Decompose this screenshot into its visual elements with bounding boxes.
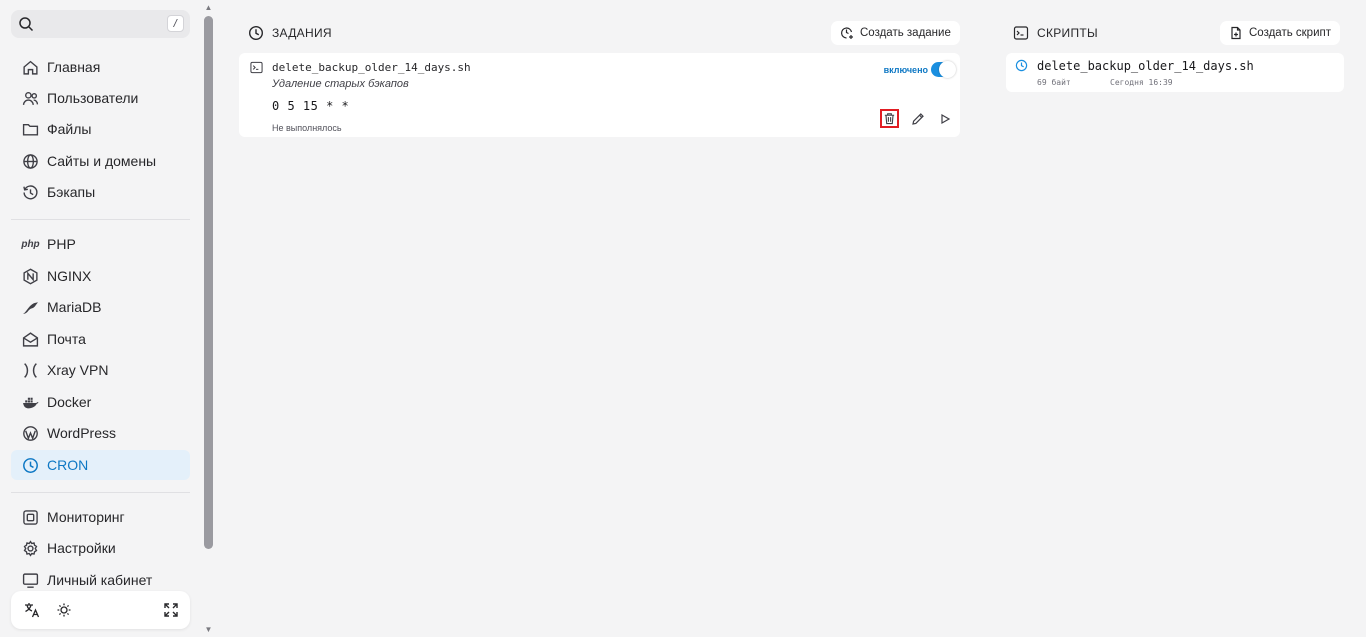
account-icon — [22, 572, 39, 589]
search-shortcut-key: / — [167, 15, 184, 32]
sidebar-scrollbar-thumb[interactable] — [204, 16, 213, 549]
mariadb-icon — [22, 299, 39, 316]
job-name: delete_backup_older_14_days.sh — [272, 61, 471, 74]
sidebar-bottom-toolbar — [11, 591, 190, 629]
theme-sun-icon[interactable] — [54, 600, 74, 620]
jobs-title-text: ЗАДАНИЯ — [272, 26, 332, 40]
nav-item-mariadb[interactable]: MariaDB — [11, 292, 190, 322]
pencil-icon — [911, 112, 924, 125]
scroll-up-arrow[interactable]: ▲ — [204, 4, 213, 12]
jobs-section-title: ЗАДАНИЯ — [248, 25, 332, 41]
nav-item-xray-vpn[interactable]: Xray VPN — [11, 355, 190, 385]
docker-icon — [22, 394, 39, 411]
terminal-icon — [1013, 25, 1029, 41]
job-schedule: 0 5 15 * * — [272, 99, 350, 113]
scroll-down-arrow[interactable]: ▼ — [204, 626, 213, 634]
settings-icon — [22, 539, 39, 557]
nginx-icon — [22, 267, 39, 285]
nav-label: Личный кабинет — [47, 572, 153, 588]
nav-label: CRON — [47, 457, 89, 473]
nav-item-files[interactable]: Файлы — [11, 114, 190, 144]
nav-label: Почта — [47, 331, 86, 347]
globe-icon — [22, 153, 39, 170]
scripts-section-title: СКРИПТЫ — [1013, 25, 1098, 41]
toggle-knob — [939, 61, 956, 78]
nav-item-docker[interactable]: Docker — [11, 387, 190, 417]
create-script-label: Создать скрипт — [1249, 27, 1331, 39]
job-description: Удаление старых бэкапов — [272, 78, 409, 90]
scripts-title-text: СКРИПТЫ — [1037, 26, 1098, 40]
php-icon: php — [21, 238, 40, 250]
users-icon — [22, 90, 39, 107]
search-box[interactable]: / — [11, 10, 190, 38]
nav-label: PHP — [47, 236, 76, 252]
nav-item-home[interactable]: Главная — [11, 52, 190, 82]
run-job-button[interactable] — [935, 109, 954, 128]
nav-label: MariaDB — [47, 299, 102, 315]
nav-item-sites[interactable]: Сайты и домены — [11, 146, 190, 176]
nav-label: Пользователи — [47, 90, 139, 106]
nav-label: Docker — [47, 394, 92, 410]
job-enable-toggle[interactable] — [931, 61, 956, 78]
nav-label: Xray VPN — [47, 362, 109, 378]
folder-icon — [22, 121, 39, 138]
nav-item-nginx[interactable]: NGINX — [11, 261, 190, 291]
wordpress-icon — [22, 425, 39, 442]
trash-icon — [884, 113, 895, 125]
nav-divider — [11, 492, 190, 493]
create-job-button[interactable]: Создать задание — [831, 21, 960, 45]
monitor-icon — [22, 509, 39, 526]
nav-item-monitoring[interactable]: Мониторинг — [11, 502, 190, 532]
xray-icon — [22, 362, 39, 379]
script-modified: Сегодня 16:39 — [1110, 78, 1173, 87]
clock-icon — [1015, 59, 1028, 72]
nav-item-users[interactable]: Пользователи — [11, 83, 190, 113]
terminal-icon — [250, 61, 263, 74]
script-name: delete_backup_older_14_days.sh — [1037, 59, 1254, 73]
nav-label: NGINX — [47, 268, 92, 284]
home-icon — [22, 59, 39, 76]
create-job-label: Создать задание — [860, 27, 951, 39]
history-icon — [22, 184, 39, 201]
job-toggle-label: включено — [883, 65, 928, 75]
script-card[interactable]: delete_backup_older_14_days.sh 69 байт С… — [1006, 53, 1344, 92]
nav-label: Файлы — [47, 121, 92, 137]
delete-job-button[interactable] — [880, 109, 899, 128]
nav-label: Настройки — [47, 540, 116, 556]
nav-item-backups[interactable]: Бэкапы — [11, 177, 190, 207]
nav-label: Сайты и домены — [47, 153, 157, 169]
file-plus-icon — [1229, 26, 1243, 40]
create-script-button[interactable]: Создать скрипт — [1220, 21, 1340, 45]
nav-item-php[interactable]: php PHP — [11, 229, 190, 259]
clock-plus-icon — [840, 26, 854, 40]
language-icon[interactable] — [22, 600, 42, 620]
play-icon — [940, 113, 950, 124]
clock-icon — [248, 25, 264, 41]
nav-item-settings[interactable]: Настройки — [11, 533, 190, 563]
nav-label: Главная — [47, 59, 101, 75]
nav-item-wordpress[interactable]: WordPress — [11, 418, 190, 448]
nav-divider — [11, 219, 190, 220]
nav-label: WordPress — [47, 425, 116, 441]
nav-label: Мониторинг — [47, 509, 125, 525]
mail-icon — [22, 331, 39, 348]
edit-job-button[interactable] — [908, 109, 927, 128]
script-size: 69 байт — [1037, 78, 1071, 87]
search-icon — [19, 17, 34, 32]
clock-icon — [22, 457, 39, 474]
nav-item-mail[interactable]: Почта — [11, 324, 190, 354]
job-status: Не выполнялось — [272, 123, 342, 133]
nav-item-cron[interactable]: CRON — [11, 450, 190, 480]
sidebar: / Главная Пользователи Файлы Сайты и дом… — [0, 0, 200, 637]
job-card: delete_backup_older_14_days.sh Удаление … — [239, 53, 960, 137]
fullscreen-icon[interactable] — [161, 600, 181, 620]
main-content: ЗАДАНИЯ Создать задание delete_backup_ol… — [217, 0, 1366, 637]
nav-label: Бэкапы — [47, 184, 96, 200]
